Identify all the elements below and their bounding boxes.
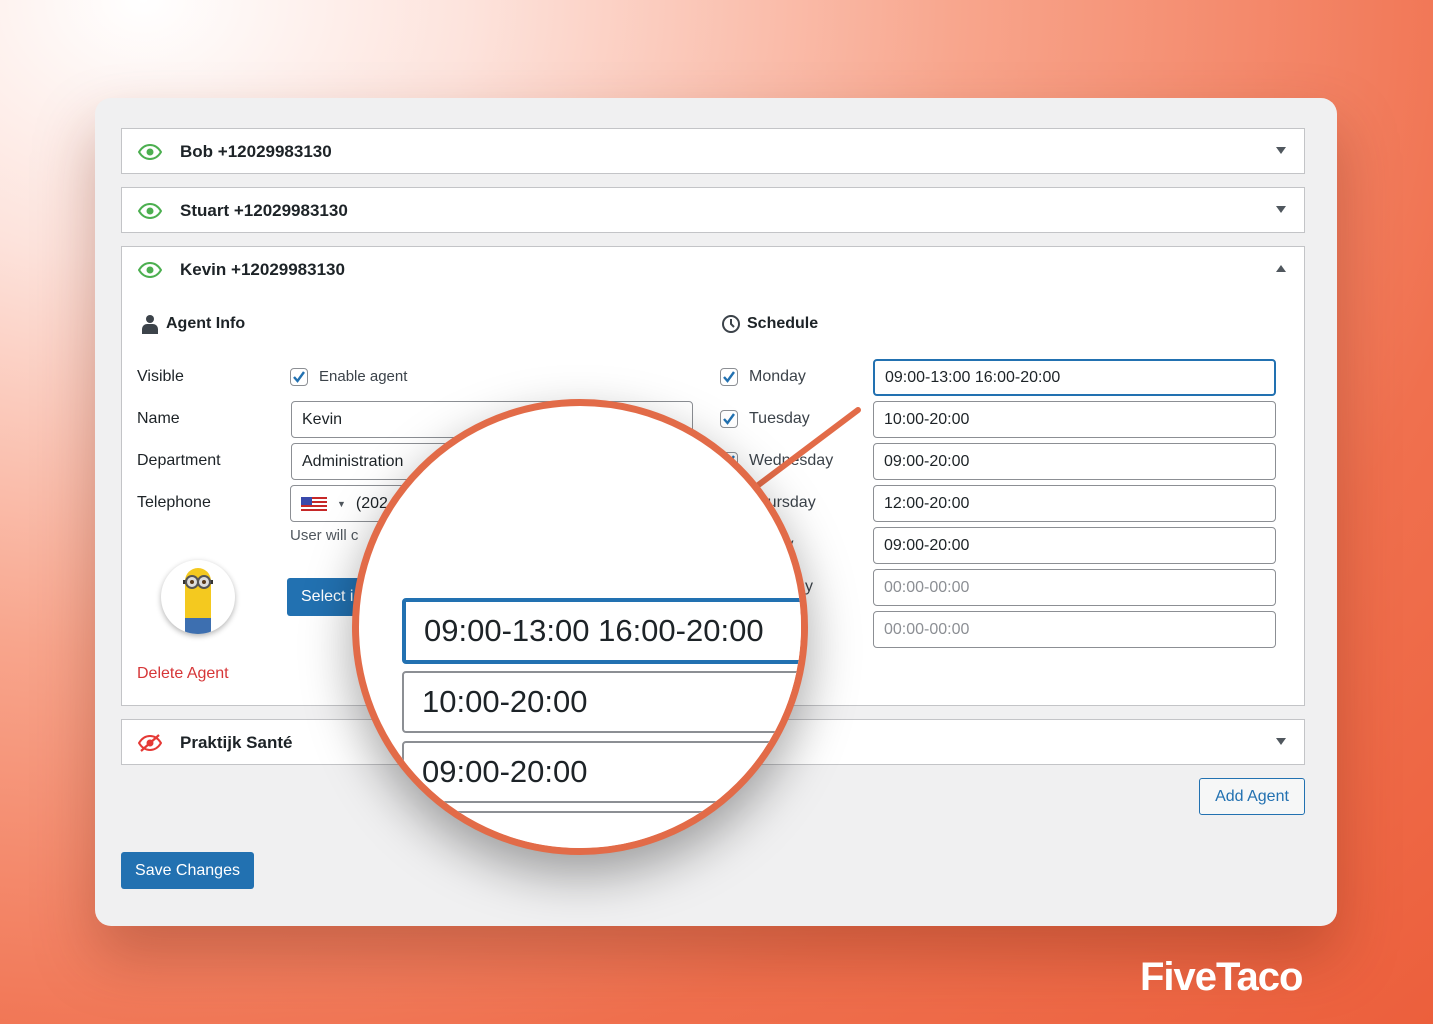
magnifier: 09:00-13:00 16:00-20:00 10:00-20:00 09:00-… xyxy=(352,399,808,855)
magnified-hours-input: 10:00-20:00 xyxy=(402,671,801,733)
magnified-hours-input: 09:00-13:00 16:00-20:00 xyxy=(402,598,801,664)
magnified-hours-input: 09:00-20:00 xyxy=(402,741,801,803)
brand-logo: FiveTaco xyxy=(1140,955,1303,999)
